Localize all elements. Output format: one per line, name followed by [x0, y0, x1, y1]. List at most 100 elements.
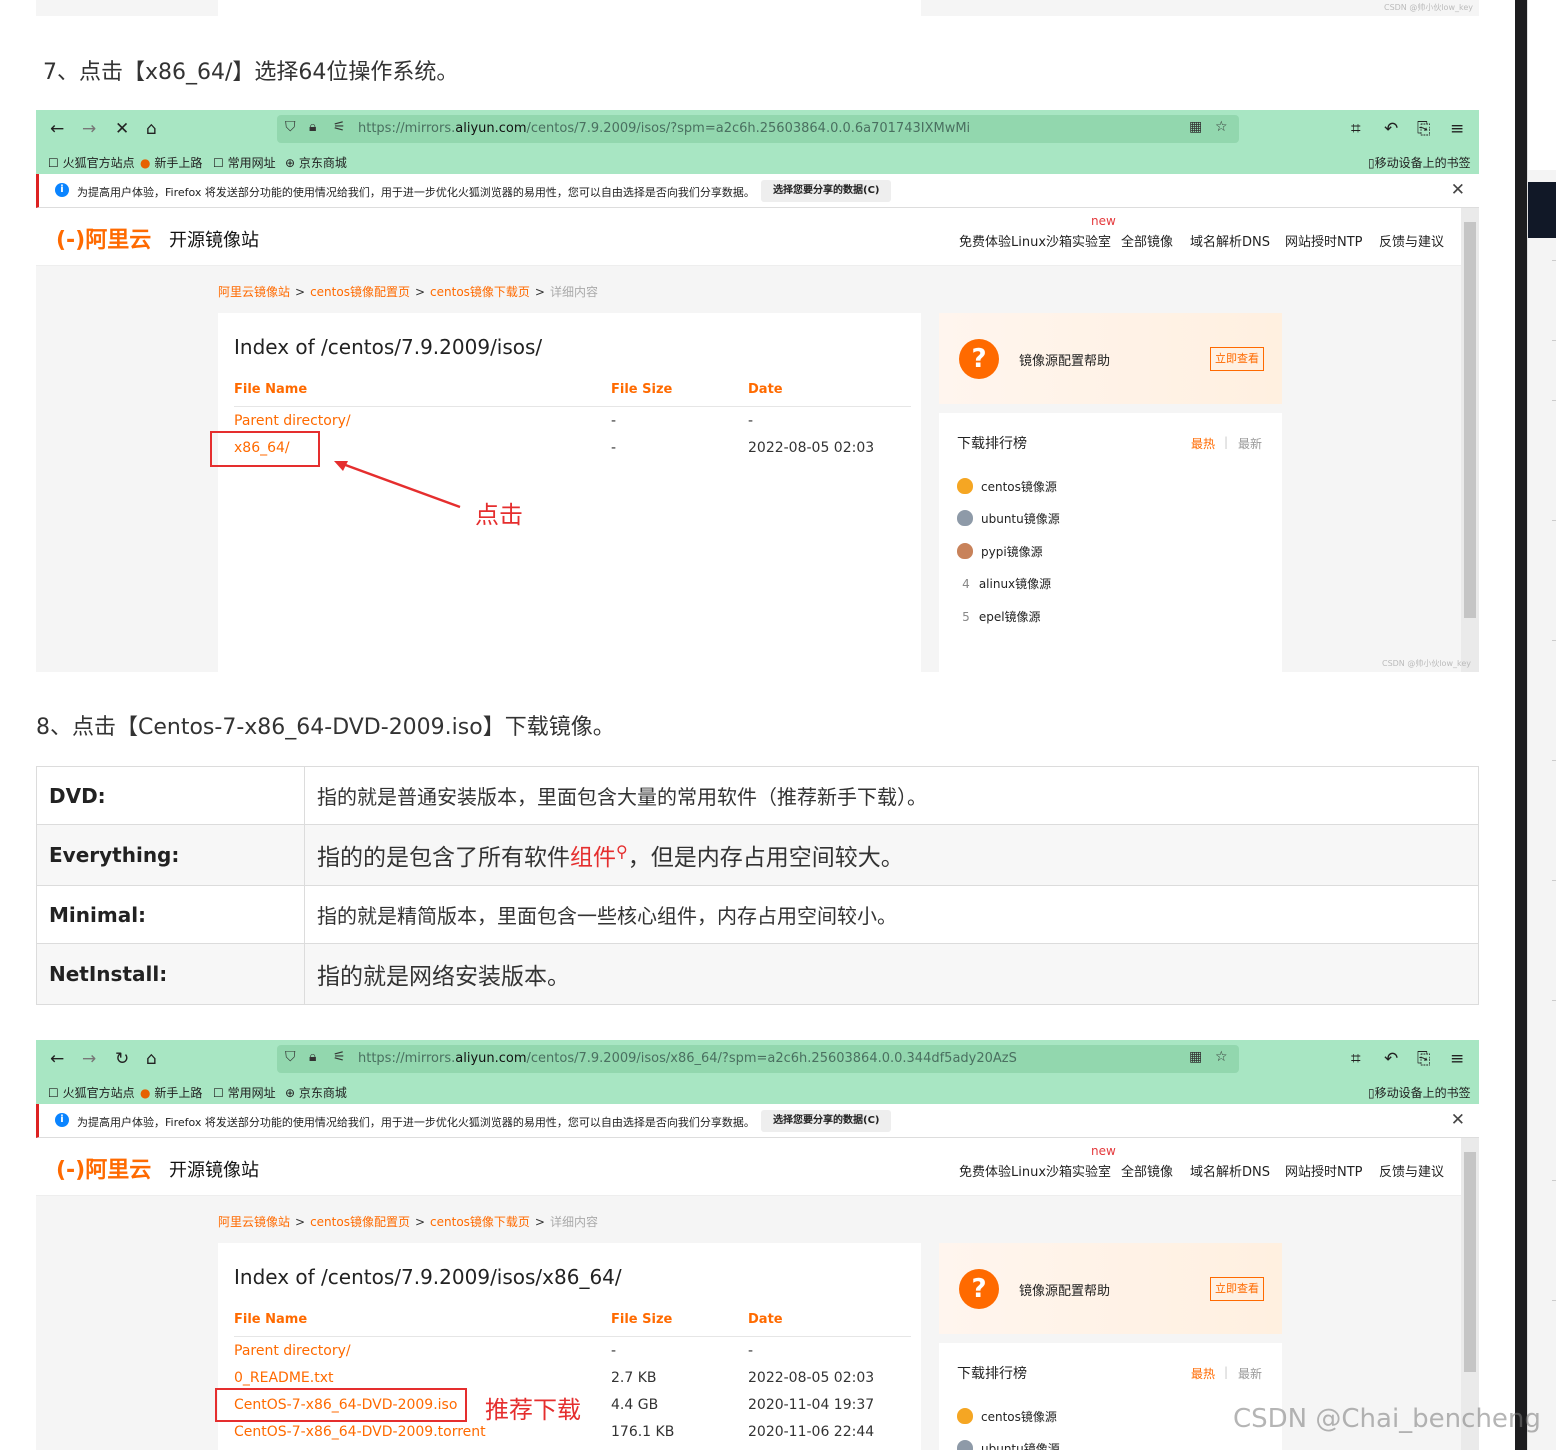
- ubuntu-logo-icon: [957, 1440, 973, 1450]
- csdn-watermark: CSDN @Chai_bencheng: [1233, 1404, 1541, 1434]
- breadcrumb-home[interactable]: 阿里云镜像站: [218, 285, 290, 299]
- bookmark-item[interactable]: ☐ 火狐官方站点: [48, 1084, 135, 1101]
- index-title: Index of /centos/7.9.2009/isos/x86_64/: [234, 1265, 622, 1289]
- home-icon[interactable]: ⌂: [146, 119, 157, 139]
- tab-hottest[interactable]: 最热: [1191, 435, 1215, 452]
- back-arrow-icon[interactable]: ←: [50, 1049, 64, 1069]
- scrollbar-thumb[interactable]: [1464, 222, 1476, 618]
- breadcrumb-download[interactable]: centos镜像下载页: [430, 1215, 530, 1229]
- breadcrumb-home[interactable]: 阿里云镜像站: [218, 1215, 290, 1229]
- ranking-title: 下载排行榜: [957, 1366, 1027, 1382]
- lock-icon[interactable]: 🔒︎: [309, 119, 316, 135]
- file-link-parent[interactable]: Parent directory/: [234, 1343, 351, 1359]
- forward-arrow-icon[interactable]: →: [82, 119, 96, 139]
- qr-code-icon[interactable]: ▦: [1189, 1049, 1202, 1065]
- tab-hottest[interactable]: 最热: [1191, 1365, 1215, 1382]
- nav-ntp[interactable]: 网站授时NTP: [1285, 1161, 1363, 1180]
- menu-icon[interactable]: ≡: [1450, 119, 1464, 139]
- view-now-button[interactable]: 立即查看: [1210, 347, 1264, 371]
- breadcrumb-current: 详细内容: [549, 1215, 598, 1229]
- nav-dns[interactable]: 域名解析DNS: [1190, 1161, 1270, 1180]
- nav-all-mirrors[interactable]: 全部镜像: [1121, 231, 1173, 250]
- sidebar-divider: [1552, 1300, 1556, 1301]
- ranking-item[interactable]: 5 epel镜像源: [957, 608, 1040, 625]
- choose-data-button[interactable]: 选择您要分享的数据(C): [761, 180, 892, 202]
- iso-type-key: Everything:: [36, 824, 305, 886]
- shield-icon[interactable]: ⛉: [285, 119, 296, 135]
- ranking-item[interactable]: centos镜像源: [957, 478, 1057, 495]
- bookmarks-bar: ☐ 火狐官方站点 ● 新手上路 ☐ 常用网址 ⊕ 京东商城 ▯移动设备上的书签: [36, 148, 1479, 174]
- mobile-bookmarks[interactable]: ▯移动设备上的书签: [1368, 1084, 1471, 1101]
- ranking-item[interactable]: ubuntu镜像源: [957, 510, 1060, 527]
- reload-icon[interactable]: ↻: [115, 1049, 129, 1069]
- file-link-readme[interactable]: 0_README.txt: [234, 1370, 333, 1386]
- choose-data-button[interactable]: 选择您要分享的数据(C): [761, 1110, 892, 1132]
- breadcrumb-config[interactable]: centos镜像配置页: [310, 1215, 410, 1229]
- mobile-bookmarks[interactable]: ▯移动设备上的书签: [1368, 154, 1471, 171]
- sidebar-divider: [1552, 760, 1556, 761]
- bookmark-star-icon[interactable]: ☆: [1215, 1049, 1228, 1065]
- iso-type-key: Minimal:: [36, 885, 305, 944]
- ranking-item[interactable]: 4 alinux镜像源: [957, 575, 1051, 592]
- close-icon[interactable]: ✕: [1451, 1110, 1465, 1130]
- column-date: Date: [748, 382, 783, 397]
- ubuntu-logo-icon: [957, 510, 973, 526]
- ranking-item[interactable]: ubuntu镜像源: [957, 1440, 1060, 1450]
- bookmark-item[interactable]: ☐ 火狐官方站点: [48, 154, 135, 171]
- menu-icon[interactable]: ≡: [1450, 1049, 1464, 1069]
- centos-logo-icon: [957, 478, 973, 494]
- tab-newest[interactable]: 最新: [1238, 435, 1262, 452]
- right-sidebar: [1527, 0, 1556, 1450]
- url-text[interactable]: https://mirrors.aliyun.com/centos/7.9.20…: [358, 1051, 1017, 1066]
- bookmark-item[interactable]: ☐ 常用网址: [213, 154, 276, 171]
- permissions-icon[interactable]: ⚟: [333, 119, 346, 135]
- ranking-item[interactable]: pypi镜像源: [957, 543, 1043, 560]
- nav-all-mirrors[interactable]: 全部镜像: [1121, 1161, 1173, 1180]
- forward-arrow-icon[interactable]: →: [82, 1049, 96, 1069]
- url-text[interactable]: https://mirrors.aliyun.com/centos/7.9.20…: [358, 121, 970, 136]
- aliyun-logo[interactable]: (-)阿里云: [56, 1152, 151, 1184]
- file-link-parent[interactable]: Parent directory/: [234, 413, 351, 429]
- undo-icon[interactable]: ↶: [1384, 1049, 1398, 1069]
- bookmark-item[interactable]: ⊕ 京东商城: [285, 154, 347, 171]
- nav-dns[interactable]: 域名解析DNS: [1190, 231, 1270, 250]
- bookmark-item[interactable]: ● 新手上路: [140, 154, 202, 171]
- sidebar-card: [1528, 0, 1556, 170]
- download-ranking: 下载排行榜 最热 | 最新 centos镜像源 ubuntu镜像源 pypi镜像…: [939, 413, 1282, 672]
- page-scrollbar[interactable]: [1461, 208, 1479, 672]
- bookmark-star-icon[interactable]: ☆: [1215, 119, 1228, 135]
- bookmark-item[interactable]: ☐ 常用网址: [213, 1084, 276, 1101]
- lock-icon[interactable]: 🔒︎: [309, 1049, 316, 1065]
- share-icon[interactable]: ⎘: [1417, 119, 1431, 139]
- home-icon[interactable]: ⌂: [146, 1049, 157, 1069]
- ranking-item[interactable]: centos镜像源: [957, 1408, 1057, 1425]
- back-arrow-icon[interactable]: ←: [50, 119, 64, 139]
- file-link-torrent[interactable]: CentOS-7-x86_64-DVD-2009.torrent: [234, 1424, 486, 1440]
- bookmark-item[interactable]: ⊕ 京东商城: [285, 1084, 347, 1101]
- qr-code-icon[interactable]: ▦: [1189, 119, 1202, 135]
- stop-loading-icon[interactable]: ✕: [115, 119, 129, 139]
- bookmark-item[interactable]: ● 新手上路: [140, 1084, 202, 1101]
- nav-sandbox-lab[interactable]: 免费体验Linux沙箱实验室: [959, 231, 1111, 250]
- permissions-icon[interactable]: ⚟: [333, 1049, 346, 1065]
- nav-feedback[interactable]: 反馈与建议: [1379, 231, 1444, 250]
- close-icon[interactable]: ✕: [1451, 180, 1465, 200]
- tab-newest[interactable]: 最新: [1238, 1365, 1262, 1382]
- breadcrumb-download[interactable]: centos镜像下载页: [430, 285, 530, 299]
- share-icon[interactable]: ⎘: [1417, 1049, 1431, 1069]
- breadcrumb-config[interactable]: centos镜像配置页: [310, 285, 410, 299]
- nav-ntp[interactable]: 网站授时NTP: [1285, 231, 1363, 250]
- undo-icon[interactable]: ↶: [1384, 119, 1398, 139]
- url-bar[interactable]: ⛉ 🔒︎ ⚟ https://mirrors.aliyun.com/centos…: [277, 1045, 1239, 1073]
- nav-feedback[interactable]: 反馈与建议: [1379, 1161, 1444, 1180]
- scrollbar-thumb[interactable]: [1464, 1152, 1476, 1372]
- aliyun-logo[interactable]: (-)阿里云: [56, 222, 151, 254]
- view-now-button[interactable]: 立即查看: [1210, 1277, 1264, 1301]
- url-bar[interactable]: ⛉ 🔒︎ ⚟ https://mirrors.aliyun.com/centos…: [277, 115, 1239, 143]
- file-date: 2022-08-05 02:03: [748, 1370, 875, 1386]
- screenshot-icon[interactable]: ⌗: [1351, 1049, 1361, 1069]
- screenshot-icon[interactable]: ⌗: [1351, 119, 1361, 139]
- nav-sandbox-lab[interactable]: 免费体验Linux沙箱实验室: [959, 1161, 1111, 1180]
- component-search-link[interactable]: 组件⚲: [570, 842, 628, 871]
- shield-icon[interactable]: ⛉: [285, 1049, 296, 1065]
